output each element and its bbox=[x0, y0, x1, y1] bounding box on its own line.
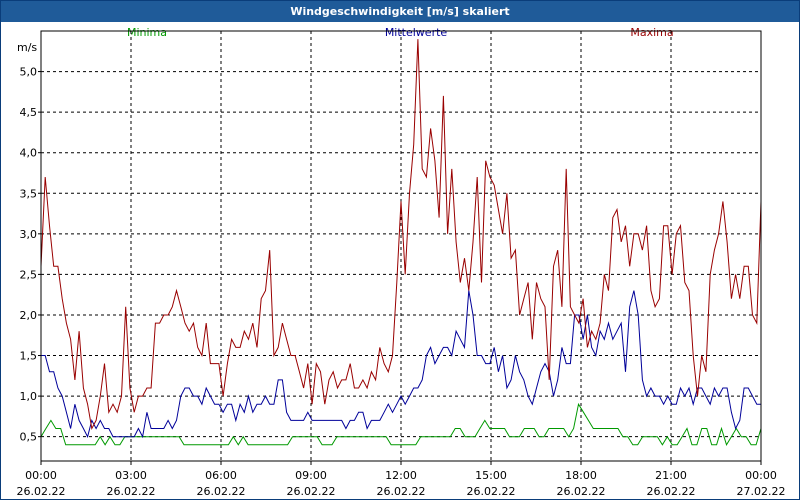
x-tick-time-label: 06:00 bbox=[205, 469, 237, 482]
y-tick-label: 2,0 bbox=[20, 309, 38, 322]
y-tick-label: 5,0 bbox=[20, 66, 38, 79]
y-tick-label: 1,0 bbox=[20, 390, 38, 403]
y-tick-label: 3,0 bbox=[20, 228, 38, 241]
x-tick-date-label: 26.02.22 bbox=[107, 485, 156, 498]
y-tick-label: 3,5 bbox=[20, 187, 38, 200]
x-tick-date-label: 26.02.22 bbox=[647, 485, 696, 498]
x-tick-time-label: 09:00 bbox=[295, 469, 327, 482]
x-tick-time-label: 12:00 bbox=[385, 469, 417, 482]
y-tick-label: 1,5 bbox=[20, 350, 38, 363]
y-tick-label: 0,5 bbox=[20, 431, 38, 444]
wind-speed-chart: m/s Minima Mittelwerte Maxima 0,5 1,0 1,5 2… bbox=[17, 26, 786, 498]
x-tick-time-label: 00:00 bbox=[745, 469, 777, 482]
legend-maxima: Maxima bbox=[630, 26, 673, 39]
y-tick-label: 4,0 bbox=[20, 147, 38, 160]
x-tick-date-label: 26.02.22 bbox=[287, 485, 336, 498]
x-tick-date-label: 26.02.22 bbox=[467, 485, 516, 498]
y-tick-label: 4,5 bbox=[20, 106, 38, 119]
x-tick-time-label: 21:00 bbox=[655, 469, 687, 482]
y-tick-label: 2,5 bbox=[20, 268, 38, 281]
x-tick-time-label: 15:00 bbox=[475, 469, 507, 482]
legend-mittelwerte: Mittelwerte bbox=[385, 26, 448, 39]
y-axis-unit-label: m/s bbox=[17, 41, 37, 54]
chart-window: Windgeschwindigkeit [m/s] skaliert m/s M… bbox=[0, 0, 800, 500]
legend-minima: Minima bbox=[127, 26, 167, 39]
x-tick-time-label: 03:00 bbox=[115, 469, 147, 482]
x-tick-time-label: 00:00 bbox=[25, 469, 57, 482]
x-tick-date-label: 26.02.22 bbox=[17, 485, 66, 498]
x-tick-date-label: 26.02.22 bbox=[197, 485, 246, 498]
x-tick-time-label: 18:00 bbox=[565, 469, 597, 482]
x-tick-date-label: 26.02.22 bbox=[557, 485, 606, 498]
x-tick-date-label: 26.02.22 bbox=[377, 485, 426, 498]
x-tick-date-label: 27.02.22 bbox=[737, 485, 786, 498]
